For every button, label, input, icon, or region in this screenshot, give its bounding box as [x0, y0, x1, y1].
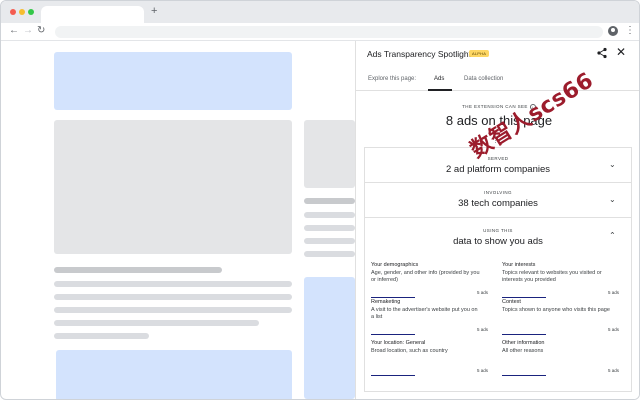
- account-icon[interactable]: [608, 26, 618, 36]
- address-bar[interactable]: [55, 26, 603, 38]
- category-ads-bar: [502, 297, 546, 298]
- tab-strip: +: [1, 1, 639, 23]
- reload-icon[interactable]: ↻: [37, 25, 45, 37]
- placeholder-line: [54, 333, 149, 339]
- category-title: Your interests: [502, 262, 536, 268]
- category-description: Broad location, such as country: [371, 348, 448, 354]
- placeholder-line: [54, 320, 259, 326]
- close-icon[interactable]: ✕: [616, 45, 626, 59]
- placeholder-line: [54, 281, 292, 287]
- category-title: Your demographics: [371, 262, 419, 268]
- involving-card[interactable]: INVOLVING 38 tech companies ⌄: [364, 182, 632, 218]
- placeholder-line: [304, 251, 355, 257]
- category-title: Remaketing: [371, 299, 401, 305]
- browser-window: + ← → ↻ ⋮ Ads Transparency Spotlight ALP…: [0, 0, 640, 400]
- placeholder-line: [54, 307, 292, 313]
- category-ads-bar: [371, 334, 415, 335]
- alpha-badge: ALPHA: [469, 50, 490, 57]
- browser-toolbar: ← → ↻ ⋮: [1, 23, 639, 41]
- forward-icon[interactable]: →: [23, 25, 33, 37]
- data-category: Other information All other reasons: [502, 340, 612, 355]
- back-icon[interactable]: ←: [9, 25, 19, 37]
- category-ads-count: 5 ads: [608, 290, 620, 295]
- maximize-window-dot[interactable]: [28, 9, 34, 15]
- data-category: Your interests Topics relevant to website…: [502, 262, 612, 284]
- category-title: Other information: [502, 340, 545, 346]
- placeholder-image: [54, 120, 292, 254]
- served-value: 2 ad platform companies: [445, 164, 551, 175]
- category-description: Topics shown to anyone who visits this p…: [502, 307, 610, 313]
- panel-title: Ads Transparency Spotlight: [367, 49, 471, 59]
- category-description: Age, gender, and other info (provided by…: [371, 270, 480, 283]
- new-tab-button[interactable]: +: [151, 6, 157, 17]
- close-window-dot[interactable]: [10, 9, 16, 15]
- placeholder-banner: [54, 52, 292, 110]
- category-description: A visit to the advertiser's website put …: [371, 307, 478, 320]
- category-description: All other reasons: [502, 348, 544, 354]
- data-category: Your location: General Broad location, su…: [371, 340, 481, 355]
- placeholder-line: [304, 238, 355, 244]
- minimize-window-dot[interactable]: [19, 9, 25, 15]
- can-see-heading: THE EXTENSION CAN SEE i: [356, 104, 639, 110]
- using-label: USING THIS: [483, 228, 513, 233]
- chevron-down-icon[interactable]: ⌄: [609, 195, 616, 204]
- category-ads-count: 5 ads: [477, 368, 489, 373]
- category-ads-bar: [502, 334, 546, 335]
- category-ads-bar: [371, 375, 415, 376]
- side-panel: Ads Transparency Spotlight ALPHA ✕ Explo…: [355, 41, 639, 399]
- chevron-down-icon[interactable]: ⌄: [609, 160, 616, 169]
- data-category: Remaketing A visit to the advertiser's we…: [371, 299, 481, 321]
- placeholder-line: [54, 267, 222, 273]
- placeholder-banner: [56, 350, 292, 399]
- category-ads-count: 5 ads: [477, 327, 489, 332]
- involving-value: 38 tech companies: [458, 198, 538, 209]
- category-ads-count: 5 ads: [608, 368, 620, 373]
- chevron-up-icon[interactable]: ⌄: [609, 230, 616, 239]
- placeholder-line: [304, 198, 355, 204]
- share-icon[interactable]: [596, 47, 608, 59]
- kebab-menu-icon[interactable]: ⋮: [625, 25, 635, 37]
- placeholder-image: [304, 120, 355, 188]
- category-ads-bar: [371, 297, 415, 298]
- tab-data-collection[interactable]: Data collection: [464, 76, 503, 82]
- category-ads-count: 5 ads: [608, 327, 620, 332]
- category-ads-count: 5 ads: [477, 290, 489, 295]
- tab-explore-label: Explore this page:: [368, 76, 417, 82]
- involving-label: INVOLVING: [484, 190, 512, 195]
- placeholder-banner: [304, 277, 355, 399]
- served-label: SERVED: [487, 156, 509, 161]
- using-value: data to show you ads: [453, 236, 543, 247]
- placeholder-line: [304, 212, 355, 218]
- tab-ads[interactable]: Ads: [434, 76, 444, 82]
- category-title: Context: [502, 299, 521, 305]
- data-used-card: USING THIS data to show you ads ⌄ Your d…: [364, 217, 632, 392]
- category-ads-bar: [502, 375, 546, 376]
- browser-tab[interactable]: [41, 6, 144, 23]
- data-category: Your demographics Age, gender, and other …: [371, 262, 481, 284]
- category-description: Topics relevant to websites you visited …: [502, 270, 602, 283]
- data-category: Context Topics shown to anyone who visits…: [502, 299, 612, 314]
- active-tab-indicator: [428, 89, 452, 91]
- placeholder-line: [54, 294, 292, 300]
- placeholder-line: [304, 225, 355, 231]
- category-title: Your location: General: [371, 340, 426, 346]
